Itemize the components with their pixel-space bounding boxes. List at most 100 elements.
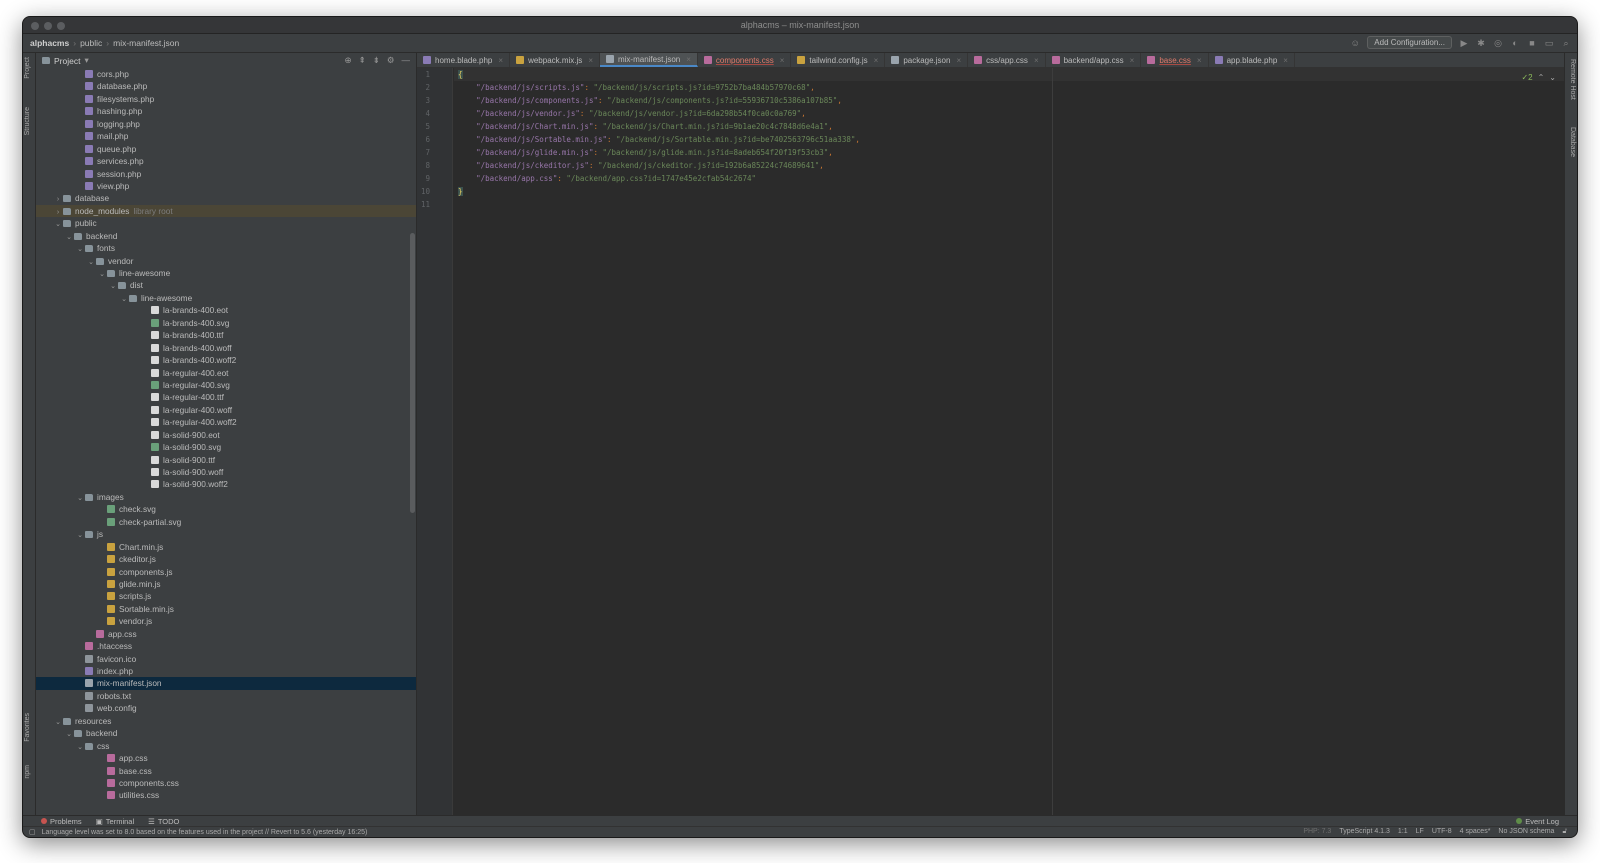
tree-file[interactable]: la-brands-400.eot bbox=[36, 304, 416, 316]
tree-file[interactable]: ckeditor.js bbox=[36, 553, 416, 565]
tree-folder[interactable]: ⌄ public bbox=[36, 217, 416, 229]
inspection-widget[interactable]: ✓2 ⌃ ⌄ bbox=[1521, 73, 1556, 82]
tree-file[interactable]: session.php bbox=[36, 168, 416, 180]
editor-tab[interactable]: home.blade.php × bbox=[417, 53, 511, 67]
npm-tool-button[interactable]: npm bbox=[24, 765, 31, 779]
tree-folder[interactable]: ⌄ dist bbox=[36, 279, 416, 291]
tree-folder[interactable]: ⌄ vendor bbox=[36, 255, 416, 267]
tree-file[interactable]: check.svg bbox=[36, 503, 416, 515]
tree-file[interactable]: favicon.ico bbox=[36, 653, 416, 665]
tree-file[interactable]: database.php bbox=[36, 80, 416, 92]
typescript-version[interactable]: TypeScript 4.1.3 bbox=[1339, 828, 1390, 836]
run-icon[interactable]: ▶ bbox=[1459, 38, 1469, 48]
tree-file[interactable]: mix-manifest.json bbox=[36, 677, 416, 690]
tree-folder[interactable]: ⌄ fonts bbox=[36, 242, 416, 254]
database-tool-button[interactable]: Database bbox=[1569, 127, 1576, 157]
cursor-position[interactable]: 1:1 bbox=[1398, 828, 1408, 836]
close-icon[interactable]: × bbox=[686, 55, 691, 64]
tree-file[interactable]: la-solid-900.woff2 bbox=[36, 478, 416, 490]
terminal-tool-button[interactable]: ▣ Terminal bbox=[96, 817, 134, 826]
close-icon[interactable]: × bbox=[588, 56, 593, 65]
tree-file[interactable]: glide.min.js bbox=[36, 578, 416, 590]
locate-icon[interactable]: ⊕ bbox=[345, 55, 352, 66]
tree-folder[interactable]: ⌄ js bbox=[36, 528, 416, 540]
tree-folder[interactable]: › node_modules library root bbox=[36, 204, 416, 218]
tree-file[interactable]: app.css bbox=[36, 628, 416, 640]
minimize-window-button[interactable] bbox=[44, 22, 52, 30]
close-icon[interactable]: × bbox=[1034, 56, 1039, 65]
event-log-button[interactable]: Event Log bbox=[1516, 817, 1577, 826]
editor-tab[interactable]: components.css × bbox=[698, 53, 792, 67]
tree-file[interactable]: la-brands-400.ttf bbox=[36, 329, 416, 341]
editor-tab[interactable]: package.json × bbox=[885, 53, 969, 67]
close-icon[interactable]: × bbox=[498, 56, 503, 65]
tree-file[interactable]: view.php bbox=[36, 180, 416, 192]
tree-file[interactable]: hashing.php bbox=[36, 105, 416, 117]
tree-file[interactable]: scripts.js bbox=[36, 590, 416, 602]
tree-file[interactable]: la-solid-900.ttf bbox=[36, 454, 416, 466]
tree-folder[interactable]: › database bbox=[36, 192, 416, 204]
stop-icon[interactable]: ■ bbox=[1527, 38, 1537, 48]
file-encoding[interactable]: UTF-8 bbox=[1432, 828, 1452, 836]
breadcrumb-project[interactable]: alphacms bbox=[30, 38, 69, 48]
tree-file[interactable]: queue.php bbox=[36, 143, 416, 155]
tree-file[interactable]: la-regular-400.woff2 bbox=[36, 416, 416, 428]
tree-file[interactable]: la-regular-400.eot bbox=[36, 367, 416, 379]
close-icon[interactable]: × bbox=[1283, 56, 1288, 65]
tree-file[interactable]: robots.txt bbox=[36, 690, 416, 702]
breadcrumb-file[interactable]: mix-manifest.json bbox=[113, 38, 179, 48]
close-icon[interactable]: × bbox=[956, 56, 961, 65]
search-icon[interactable]: ⌕ bbox=[1561, 38, 1571, 48]
todo-tool-button[interactable]: ☰ TODO bbox=[148, 817, 179, 826]
code-view[interactable]: { "/backend/js/scripts.js": "/backend/js… bbox=[454, 68, 1564, 815]
tree-file[interactable]: base.css bbox=[36, 765, 416, 777]
tree-folder[interactable]: ⌄ resources bbox=[36, 715, 416, 727]
tree-file[interactable]: components.js bbox=[36, 566, 416, 578]
close-icon[interactable]: × bbox=[780, 56, 785, 65]
hide-icon[interactable]: — bbox=[402, 55, 411, 66]
tree-file[interactable]: check-partial.svg bbox=[36, 516, 416, 528]
tree-folder[interactable]: ⌄ css bbox=[36, 740, 416, 752]
tree-file[interactable]: utilities.css bbox=[36, 789, 416, 801]
tree-folder[interactable]: ⌄ backend bbox=[36, 727, 416, 739]
project-scrollbar[interactable] bbox=[410, 233, 415, 513]
structure-tool-button[interactable]: Structure bbox=[24, 107, 31, 135]
tree-file[interactable]: Sortable.min.js bbox=[36, 603, 416, 615]
debug-icon[interactable]: ✱ bbox=[1476, 38, 1486, 48]
project-view-selector[interactable]: Project bbox=[54, 56, 80, 66]
tree-folder[interactable]: ⌄ images bbox=[36, 491, 416, 503]
tree-file[interactable]: components.css bbox=[36, 777, 416, 789]
editor-tab[interactable]: backend/app.css × bbox=[1046, 53, 1142, 67]
tree-file[interactable]: logging.php bbox=[36, 118, 416, 130]
tree-file[interactable]: .htaccess bbox=[36, 640, 416, 652]
chevron-down-icon[interactable]: ⌄ bbox=[1549, 73, 1556, 82]
json-schema[interactable]: No JSON schema bbox=[1498, 828, 1554, 836]
breadcrumb-folder[interactable]: public bbox=[80, 38, 102, 48]
collapse-all-icon[interactable]: ⇟ bbox=[373, 55, 380, 66]
tree-file[interactable]: app.css bbox=[36, 752, 416, 764]
tree-folder[interactable]: ⌄ line-awesome bbox=[36, 267, 416, 279]
gear-icon[interactable]: ⚙ bbox=[387, 55, 395, 66]
user-icon[interactable]: ☺ bbox=[1350, 38, 1360, 48]
indent-setting[interactable]: 4 spaces* bbox=[1460, 828, 1491, 836]
tree-file[interactable]: filesystems.php bbox=[36, 93, 416, 105]
tree-file[interactable]: web.config bbox=[36, 702, 416, 714]
layout-icon[interactable]: ▭ bbox=[1544, 38, 1554, 48]
tree-folder[interactable]: ⌄ backend bbox=[36, 230, 416, 242]
tree-file[interactable]: index.php bbox=[36, 665, 416, 677]
chevron-down-icon[interactable]: ▾ bbox=[84, 55, 88, 66]
tree-file[interactable]: la-brands-400.woff2 bbox=[36, 354, 416, 366]
editor-tab[interactable]: css/app.css × bbox=[968, 53, 1046, 67]
tree-folder[interactable]: ⌄ line-awesome bbox=[36, 292, 416, 304]
tree-file[interactable]: la-solid-900.eot bbox=[36, 429, 416, 441]
tree-file[interactable]: la-brands-400.woff bbox=[36, 342, 416, 354]
tree-file[interactable]: la-solid-900.svg bbox=[36, 441, 416, 453]
inspection-count[interactable]: ✓2 bbox=[1521, 73, 1532, 82]
toggle-panels-icon[interactable]: ▢ bbox=[29, 828, 36, 836]
problems-tool-button[interactable]: Problems bbox=[41, 817, 82, 826]
expand-all-icon[interactable]: ⇞ bbox=[359, 55, 366, 66]
lock-icon[interactable]: 🔓︎ bbox=[1562, 828, 1567, 836]
tree-file[interactable]: la-regular-400.ttf bbox=[36, 391, 416, 403]
zoom-window-button[interactable] bbox=[57, 22, 65, 30]
close-icon[interactable]: × bbox=[1197, 56, 1202, 65]
